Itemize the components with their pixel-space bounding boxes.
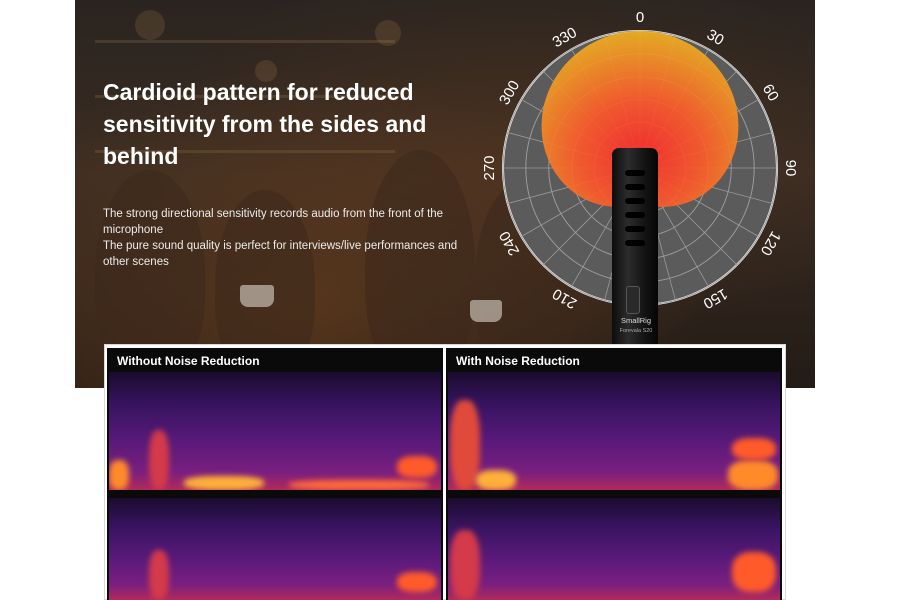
shelf xyxy=(95,40,395,43)
spectrogram-band xyxy=(109,372,441,490)
energy-region xyxy=(476,470,516,490)
energy-region xyxy=(184,476,264,490)
energy-region xyxy=(397,572,437,592)
coffee-cup xyxy=(240,285,274,307)
spectrogram-without-noise-reduction: Without Noise Reduction xyxy=(107,348,443,600)
spectrogram-title-left: Without Noise Reduction xyxy=(117,354,260,368)
energy-region xyxy=(397,456,437,478)
spectrogram-with-noise-reduction: With Noise Reduction xyxy=(446,348,782,600)
microphone-product: SmallRig Forevala S20 xyxy=(612,148,658,348)
description: The strong directional sensitivity recor… xyxy=(103,206,473,270)
polar-angle-label: 60 xyxy=(759,81,782,104)
energy-region xyxy=(289,480,429,490)
energy-region xyxy=(109,460,129,490)
mic-grille-slot xyxy=(625,212,645,218)
description-line: The strong directional sensitivity recor… xyxy=(103,208,444,236)
energy-region xyxy=(450,530,480,600)
energy-region xyxy=(732,438,776,460)
bokeh-light xyxy=(375,20,401,46)
mic-grille-slot xyxy=(625,198,645,204)
energy-region xyxy=(732,552,776,592)
spectrogram-band xyxy=(448,498,780,600)
spectrogram-band xyxy=(448,372,780,490)
energy-region xyxy=(149,550,169,600)
bokeh-light xyxy=(135,10,165,40)
energy-region xyxy=(149,430,169,490)
mic-model-label: Forevala S20 xyxy=(619,328,653,334)
mic-grille-slot xyxy=(625,184,645,190)
polar-angle-label: 0 xyxy=(636,9,644,26)
energy-region xyxy=(728,460,778,490)
mic-grille-slot xyxy=(625,240,645,246)
polar-angle-label: 270 xyxy=(481,155,498,180)
polar-angle-label: 30 xyxy=(704,26,727,49)
mic-switch xyxy=(626,286,640,314)
spectrogram-title-right: With Noise Reduction xyxy=(456,354,580,368)
mic-brand-label: SmallRig xyxy=(620,316,651,325)
spectrogram-band xyxy=(109,498,441,600)
description-line: The pure sound quality is perfect for in… xyxy=(103,240,458,268)
mic-grille-slot xyxy=(625,226,645,232)
spectrogram-fill xyxy=(448,498,780,600)
headline: Cardioid pattern for reduced sensitivity… xyxy=(103,79,427,169)
mic-grille-slot xyxy=(625,170,645,176)
polar-angle-label: 90 xyxy=(782,160,799,177)
